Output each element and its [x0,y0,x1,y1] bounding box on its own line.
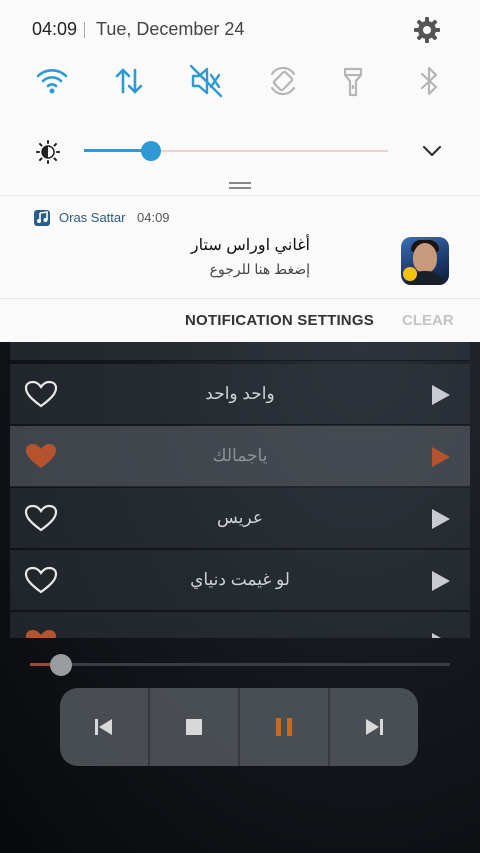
seek-bar[interactable] [30,654,450,676]
notification-text: إضغط هنا للرجوع [209,261,310,277]
auto-rotate-icon[interactable] [266,64,300,98]
clear-button[interactable]: CLEAR [402,312,454,329]
status-time: 04:09 [32,19,78,39]
pause-icon [276,718,292,736]
song-row-active[interactable]: ياجمالك [10,426,470,487]
music-note-icon [34,210,50,226]
flashlight-icon[interactable] [336,64,370,98]
heart-filled-icon[interactable] [24,628,58,638]
seek-track [30,663,450,666]
seek-thumb[interactable] [50,654,72,676]
song-list: واحد واحد ياجمالك عريس لو غيمت دنياي [10,340,470,638]
stop-icon [186,719,202,735]
gear-icon[interactable] [413,16,441,44]
song-title: واحد واحد [205,384,275,403]
notification-settings-button[interactable]: NOTIFICATION SETTINGS [185,312,374,329]
drag-handle[interactable] [229,182,251,190]
song-row-partial[interactable] [10,340,470,361]
heart-outline-icon[interactable] [24,504,58,532]
song-title: ياجمالك [212,446,268,465]
sound-mute-icon[interactable] [189,64,223,98]
artist-avatar [401,237,449,285]
next-button[interactable] [330,688,418,766]
divider [0,298,480,299]
next-icon [366,719,383,735]
stop-button[interactable] [150,688,238,766]
song-row[interactable]: لو غيمت دنياي [10,550,470,611]
play-icon[interactable] [432,509,450,529]
divider [84,22,85,38]
brightness-slider[interactable] [84,140,388,162]
pause-button[interactable] [240,688,328,766]
previous-icon [95,719,112,735]
notification-app-name: Oras Sattar [59,210,126,225]
brightness-icon [36,140,60,164]
chevron-down-icon[interactable] [421,143,443,159]
previous-button[interactable] [60,688,148,766]
heart-outline-icon[interactable] [24,566,58,594]
play-icon[interactable] [432,633,450,638]
bluetooth-icon[interactable] [412,64,446,98]
status-date: Tue, December 24 [96,19,245,39]
notification-time: 04:09 [137,210,170,225]
notification-shade: 04:09 Tue, December 24 Oras Sattar 04:09… [0,0,480,342]
play-icon[interactable] [432,447,450,467]
notification-title: أغاني اوراس ستار [190,237,310,254]
playback-controls [60,688,418,766]
play-icon[interactable] [432,385,450,405]
song-row-partial[interactable] [10,612,470,638]
song-row[interactable]: واحد واحد [10,364,470,425]
brightness-thumb[interactable] [141,141,161,161]
song-row[interactable]: عريس [10,488,470,549]
mobile-data-icon[interactable] [112,64,146,98]
heart-filled-icon[interactable] [24,442,58,470]
play-icon[interactable] [432,571,450,591]
divider [0,195,480,196]
song-title: عريس [217,508,263,527]
heart-outline-icon[interactable] [24,380,58,408]
song-title: لو غيمت دنياي [190,570,290,589]
wifi-icon[interactable] [35,64,69,98]
